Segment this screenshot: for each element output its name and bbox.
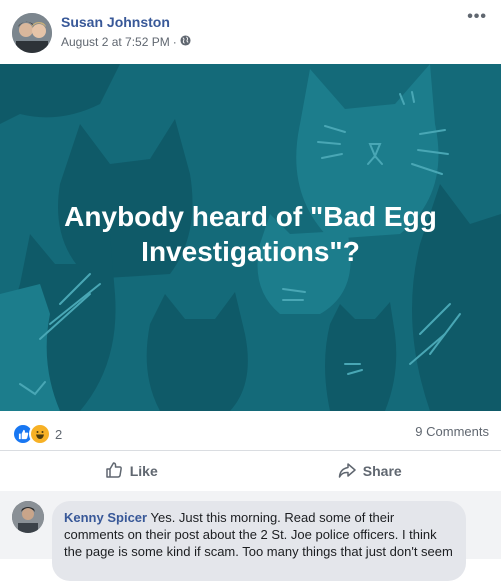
reaction-count: 2 [55, 426, 63, 442]
post-banner[interactable]: Anybody heard of "Bad Egg Investigations… [0, 64, 501, 411]
share-button[interactable]: Share [251, 451, 490, 491]
like-label: Like [129, 463, 158, 479]
banner-headline: Anybody heard of "Bad Egg Investigations… [0, 199, 501, 269]
globe-icon [180, 35, 191, 49]
post-meta: August 2 at 7:52 PM · [61, 35, 191, 49]
author-avatar[interactable] [12, 13, 52, 53]
share-arrow-icon [338, 461, 356, 482]
comment-bubble: Kenny Spicer Yes. Just this morning. Rea… [52, 501, 466, 581]
comment-author[interactable]: Kenny Spicer [64, 510, 147, 525]
comments-count-link[interactable]: 9 Comments [415, 424, 489, 439]
post-author-name[interactable]: Susan Johnston [61, 14, 170, 30]
post-actions: Like Share [12, 451, 489, 492]
headline-line-2: Investigations"? [141, 236, 360, 267]
post-timestamp[interactable]: August 2 at 7:52 PM [61, 35, 170, 49]
reactions-summary[interactable]: 2 [12, 423, 62, 445]
like-button[interactable]: Like [12, 451, 251, 491]
comments-section: Kenny Spicer Yes. Just this morning. Rea… [0, 491, 501, 581]
share-label: Share [362, 463, 402, 479]
more-options-button[interactable]: ••• [467, 8, 487, 26]
haha-icon [29, 423, 51, 445]
post-header: Susan Johnston August 2 at 7:52 PM · ••• [0, 0, 501, 64]
headline-line-1: Anybody heard of "Bad Egg [64, 201, 437, 232]
commenter-avatar[interactable] [12, 501, 44, 533]
thumbs-up-icon [105, 461, 123, 482]
post-stats: 2 9 Comments [0, 411, 501, 451]
meta-separator: · [172, 35, 177, 49]
